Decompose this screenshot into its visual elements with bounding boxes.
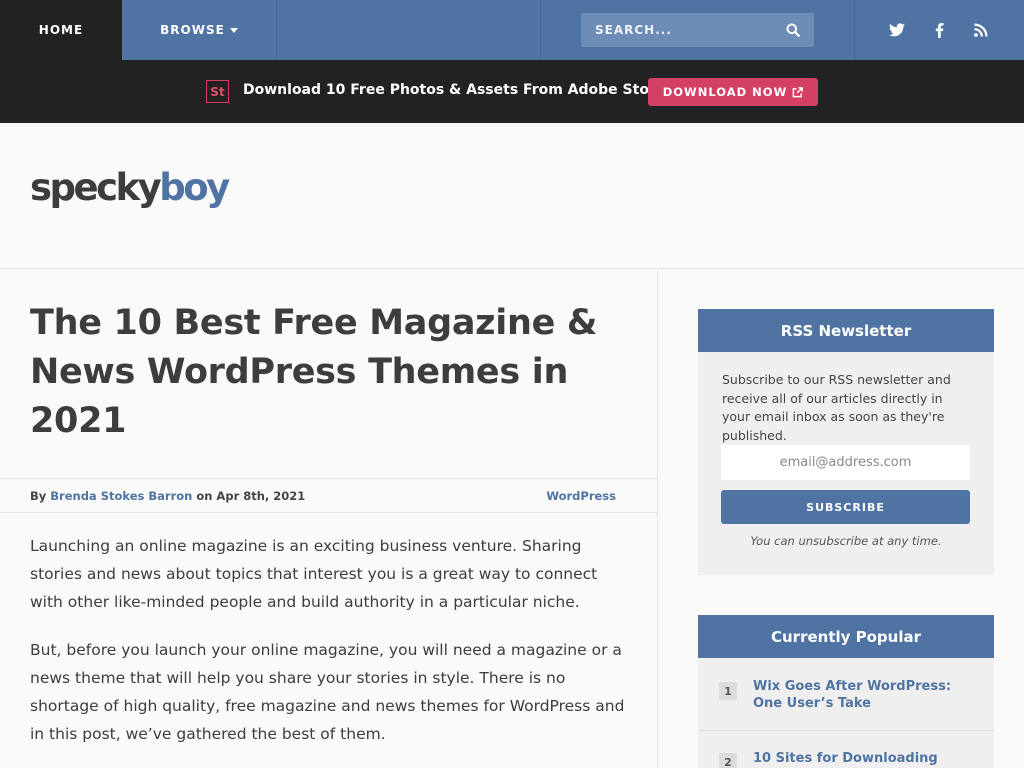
article-paragraph: But, before you launch your online magaz… [30, 641, 625, 743]
logo-text-part1: specky [30, 166, 162, 209]
caret-down-icon [229, 28, 238, 33]
nav-divider [540, 0, 541, 60]
popular-widget: Currently Popular 1 Wix Goes After WordP… [698, 615, 994, 768]
logo-text-part2: boy [159, 166, 230, 209]
item-number: 2 [719, 753, 737, 768]
facebook-icon[interactable] [918, 0, 960, 60]
popular-title: Currently Popular [698, 615, 994, 658]
nav-browse-label: BROWSE [160, 23, 225, 37]
category-link[interactable]: WordPress [546, 489, 616, 503]
twitter-icon[interactable] [876, 0, 918, 60]
subscribe-button[interactable]: SUBSCRIBE [721, 490, 970, 524]
article-title: The 10 Best Free Magazine & News WordPre… [30, 303, 598, 441]
email-field[interactable] [721, 445, 970, 480]
newsletter-title: RSS Newsletter [698, 309, 994, 352]
site-logo[interactable]: speckyboy [30, 166, 230, 209]
nav-home[interactable]: HOME [0, 0, 122, 60]
search-input[interactable] [595, 23, 765, 37]
popular-item-link[interactable]: Wix Goes After WordPress: One User’s Tak… [753, 678, 973, 712]
download-now-button[interactable]: DOWNLOAD NOW [648, 78, 818, 106]
unsubscribe-note: You can unsubscribe at any time. [750, 534, 942, 548]
article-meta: By Brenda Stokes Barron on Apr 8th, 2021… [0, 478, 657, 513]
list-item[interactable]: 1 Wix Goes After WordPress: One User’s T… [698, 658, 994, 730]
byline: By Brenda Stokes Barron on Apr 8th, 2021 [30, 489, 305, 503]
author-link[interactable]: Brenda Stokes Barron [50, 489, 192, 503]
article-paragraph: Launching an online magazine is an excit… [30, 537, 598, 611]
nav-browse[interactable]: BROWSE [122, 0, 277, 60]
popular-item-link[interactable]: 10 Sites for Downloading [753, 750, 973, 767]
item-number: 1 [719, 682, 737, 700]
column-divider [657, 269, 658, 768]
nav-divider [854, 0, 855, 60]
list-item[interactable]: 2 10 Sites for Downloading [698, 731, 994, 768]
top-navbar: HOME BROWSE [0, 0, 1024, 60]
external-link-icon [792, 86, 804, 97]
newsletter-widget: RSS Newsletter Subscribe to our RSS news… [698, 309, 994, 575]
download-now-label: DOWNLOAD NOW [662, 85, 788, 99]
rss-icon[interactable] [960, 0, 1002, 60]
search-icon[interactable] [786, 23, 800, 37]
publish-date: on Apr 8th, 2021 [196, 489, 306, 503]
newsletter-description: Subscribe to our RSS newsletter and rece… [722, 372, 951, 443]
adobe-stock-logo: St [206, 80, 229, 103]
search-box [581, 13, 814, 47]
promo-text[interactable]: Download 10 Free Photos & Assets From Ad… [243, 82, 667, 98]
byline-by: By [30, 489, 47, 503]
